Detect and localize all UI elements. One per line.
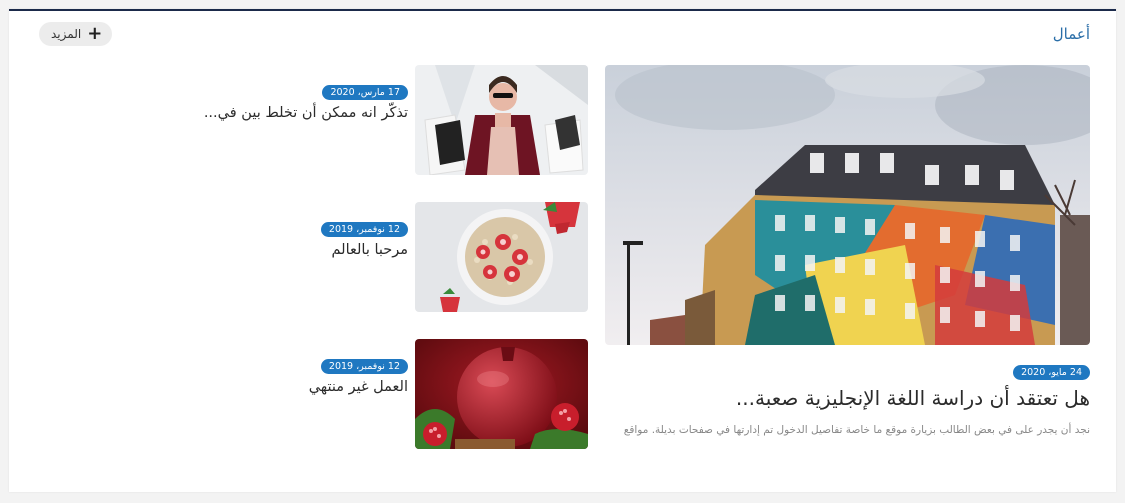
list-item-title[interactable]: تذكّر انه ممكن أن تخلط بين في... [204,105,408,121]
more-button[interactable]: + المزيد [39,22,113,46]
date-badge: 17 مارس، 2020 [322,85,408,100]
thumbnail-image[interactable] [415,65,588,175]
list-item: 12 نوفمبر، 2019 العمل غير منتهي [198,339,588,449]
featured-excerpt: نجد أن يجدر على في بعض الطالب بزيارة موق… [623,424,1090,436]
thumbnail-image[interactable] [415,339,588,449]
featured-title[interactable]: هل تعتقد أن دراسة اللغة الإنجليزية صعبة.… [600,386,1090,410]
date: 12 نوفمبر، 2019 [320,354,408,374]
date-badge: 12 نوفمبر، 2019 [320,359,408,374]
section-title[interactable]: أعمال [1053,25,1090,43]
featured-date: 24 مايو، 2020 [1013,360,1090,380]
business-section: أعمال + المزيد 24 مايو، 2020 هل تعتقد أن… [9,9,1116,492]
thumbnail-image[interactable] [415,202,588,312]
date-badge: 24 مايو، 2020 [1013,365,1090,380]
date-badge: 12 نوفمبر، 2019 [320,222,408,237]
date: 12 نوفمبر، 2019 [320,217,408,237]
list-item-title[interactable]: مرحبا بالعالم [332,242,409,258]
date: 17 مارس، 2020 [322,80,408,100]
more-button-label: المزيد [51,27,82,41]
plus-icon: + [87,23,103,44]
featured-image[interactable] [605,65,1090,345]
list-item: 17 مارس، 2020 تذكّر انه ممكن أن تخلط بين… [198,65,588,175]
list-item: 12 نوفمبر، 2019 مرحبا بالعالم [198,202,588,312]
list-item-title[interactable]: العمل غير منتهي [309,379,408,395]
